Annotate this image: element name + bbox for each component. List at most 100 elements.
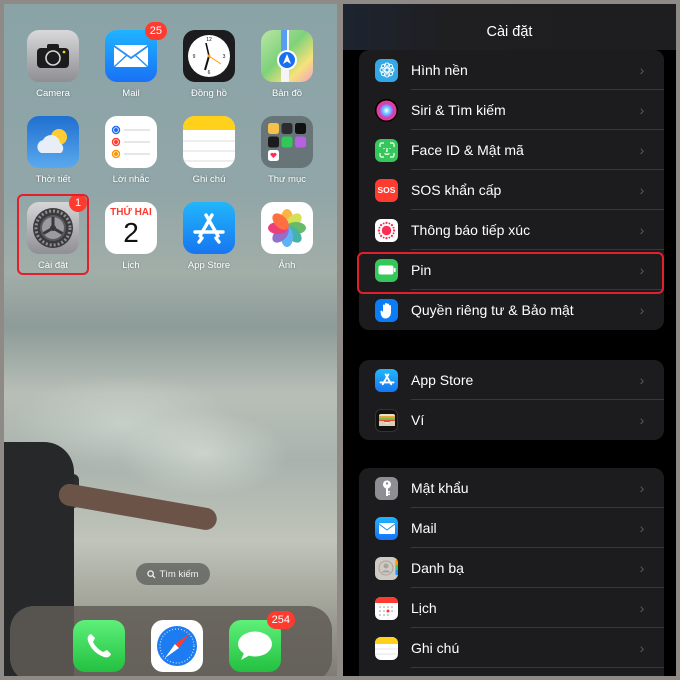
settings-row-mail[interactable]: Mail ›: [359, 508, 664, 548]
clock-icon: 12 3 6 9: [183, 30, 235, 82]
app-notes[interactable]: Ghi chú: [174, 116, 244, 185]
app-clock[interactable]: 12 3 6 9 Đồng hồ: [174, 30, 244, 99]
app-label: Đồng hồ: [191, 88, 227, 99]
photos-flower-icon: [261, 202, 313, 254]
app-label: Camera: [36, 88, 70, 99]
svg-text:3: 3: [223, 54, 226, 60]
app-folder[interactable]: Thư mục: [252, 116, 322, 185]
svg-text:6: 6: [208, 70, 211, 76]
nav-bar: Cài đặt: [343, 4, 676, 50]
chevron-right-icon: ›: [639, 520, 645, 536]
row-label: Quyền riêng tư & Bảo mật: [411, 302, 574, 318]
row-label: Hình nền: [411, 62, 468, 78]
row-label: Mail: [411, 520, 437, 536]
divider: [411, 667, 664, 668]
app-label: Ghi chú: [192, 174, 226, 185]
app-reminders[interactable]: Lời nhắc: [96, 116, 166, 185]
settings-row-privacy[interactable]: Quyền riêng tư & Bảo mật ›: [359, 290, 664, 330]
chevron-right-icon: ›: [639, 102, 645, 118]
sos-icon: SOS: [375, 178, 398, 202]
settings-row-app-store[interactable]: App Store ›: [359, 360, 664, 400]
chevron-right-icon: ›: [639, 372, 645, 388]
compass-icon: [151, 620, 203, 672]
settings-row-wallpaper[interactable]: Hình nền ›: [359, 50, 664, 90]
app-store-icon: [375, 368, 398, 392]
row-label: Danh bạ: [411, 560, 464, 576]
settings-row-emergency-sos[interactable]: SOS SOS khẩn cấp ›: [359, 170, 664, 210]
page-title: Cài đặt: [486, 24, 533, 40]
settings-app-highlight: [17, 194, 89, 275]
app-label: Thư mục: [267, 174, 307, 185]
app-label: Ảnh: [278, 260, 296, 271]
chevron-right-icon: ›: [639, 62, 645, 78]
app-label: Mail: [122, 88, 140, 99]
wallet-icon: [375, 408, 398, 432]
row-label: App Store: [411, 372, 474, 388]
app-mail[interactable]: 25 Mail: [96, 22, 167, 99]
row-label: Mật khẩu: [411, 480, 469, 496]
app-store-icon: [183, 202, 235, 254]
notification-badge: 254: [266, 611, 295, 629]
exposure-notification-icon: [375, 218, 398, 242]
wallpaper-flower-icon: [375, 58, 398, 82]
key-icon: [375, 476, 398, 500]
row-label: Siri & Tìm kiếm: [411, 102, 506, 118]
app-label: Lời nhắc: [112, 174, 150, 185]
hand-icon: [375, 298, 398, 322]
home-screen: Camera 25 Mail 12 3 6 9 Đồng hồ Bản đồ T…: [4, 4, 337, 676]
app-photos[interactable]: Ảnh: [252, 202, 322, 271]
app-camera[interactable]: Camera: [18, 30, 88, 99]
reminders-icon: [105, 116, 157, 168]
settings-row-wallet[interactable]: Ví ›: [359, 400, 664, 440]
app-label: Lịch: [122, 260, 140, 271]
battery-row-highlight: [357, 252, 664, 294]
settings-row-contacts[interactable]: Danh bạ ›: [359, 548, 664, 588]
settings-row-calendar[interactable]: Lịch ›: [359, 588, 664, 628]
search-pill-label: Tìm kiếm: [159, 568, 199, 580]
chevron-right-icon: ›: [639, 560, 645, 576]
mail-icon: [375, 516, 398, 540]
camera-icon: [27, 30, 79, 82]
chevron-right-icon: ›: [639, 222, 645, 238]
phone-icon: [73, 620, 125, 672]
row-label: SOS khẩn cấp: [411, 182, 502, 198]
row-label: Ví: [411, 412, 425, 428]
dock-app-safari[interactable]: [142, 620, 212, 672]
row-label: Ghi chú: [411, 640, 460, 656]
notes-icon: [183, 116, 235, 168]
chevron-right-icon: ›: [639, 182, 645, 198]
settings-row-face-id[interactable]: Face ID & Mật mã ›: [359, 130, 664, 170]
folder-icon: [261, 116, 313, 168]
spotlight-search-button[interactable]: Tìm kiếm: [136, 563, 210, 585]
app-label: Bản đồ: [271, 88, 303, 99]
app-maps[interactable]: Bản đồ: [252, 30, 322, 99]
app-app-store[interactable]: App Store: [174, 202, 244, 271]
row-label: Thông báo tiếp xúc: [411, 222, 531, 238]
siri-icon: [375, 98, 398, 122]
row-label: Face ID & Mật mã: [411, 142, 524, 158]
calendar-icon: THỨ HAI 2: [105, 202, 157, 254]
settings-row-passwords[interactable]: Mật khẩu ›: [359, 468, 664, 508]
settings-screen: Cài đặt Hình nền › Siri & Tìm kiếm › Fac…: [343, 4, 676, 676]
wallpaper-arm: [57, 482, 219, 532]
svg-text:12: 12: [206, 37, 212, 43]
settings-row-siri[interactable]: Siri & Tìm kiếm ›: [359, 90, 664, 130]
chevron-right-icon: ›: [639, 480, 645, 496]
chevron-right-icon: ›: [639, 600, 645, 616]
message-bubble-icon: 254: [229, 611, 295, 672]
dock-app-messages[interactable]: 254: [220, 611, 295, 672]
app-weather[interactable]: Thời tiết: [18, 116, 88, 185]
face-id-icon: [375, 138, 398, 162]
chevron-right-icon: ›: [639, 142, 645, 158]
notification-badge: 25: [144, 22, 167, 40]
weather-icon: [27, 116, 79, 168]
app-calendar[interactable]: THỨ HAI 2 Lịch: [96, 202, 166, 271]
calendar-icon: [375, 596, 398, 620]
settings-row-exposure-notifications[interactable]: Thông báo tiếp xúc ›: [359, 210, 664, 250]
settings-row-notes[interactable]: Ghi chú ›: [359, 628, 664, 668]
svg-text:9: 9: [193, 54, 196, 60]
maps-icon: [261, 30, 313, 82]
dock: 254: [10, 606, 332, 676]
notes-icon: [375, 636, 398, 660]
dock-app-phone[interactable]: [64, 620, 134, 672]
